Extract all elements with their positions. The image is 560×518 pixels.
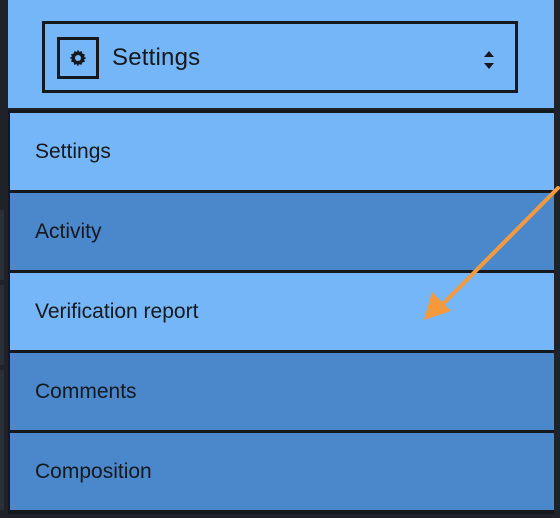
option-label: Composition xyxy=(35,459,152,483)
option-verification-report[interactable]: Verification report xyxy=(10,273,554,350)
view-select[interactable]: Settings xyxy=(42,21,518,93)
option-label: Activity xyxy=(35,219,102,243)
option-label: Verification report xyxy=(35,299,199,323)
background-edge xyxy=(0,210,4,510)
screen: Settings Settings Activity Verification … xyxy=(0,0,560,518)
option-label: Settings xyxy=(35,139,111,163)
option-label: Comments xyxy=(35,379,137,403)
option-comments[interactable]: Comments xyxy=(10,353,554,430)
select-panel: Settings xyxy=(8,0,554,108)
option-settings[interactable]: Settings xyxy=(10,113,554,190)
select-current-value: Settings xyxy=(112,44,201,71)
option-composition[interactable]: Composition xyxy=(10,433,554,510)
option-activity[interactable]: Activity xyxy=(10,193,554,270)
gear-icon xyxy=(69,49,87,67)
gear-button[interactable] xyxy=(57,37,99,79)
sort-updown-icon xyxy=(484,51,494,69)
dropdown-list: Settings Activity Verification report Co… xyxy=(8,110,554,514)
